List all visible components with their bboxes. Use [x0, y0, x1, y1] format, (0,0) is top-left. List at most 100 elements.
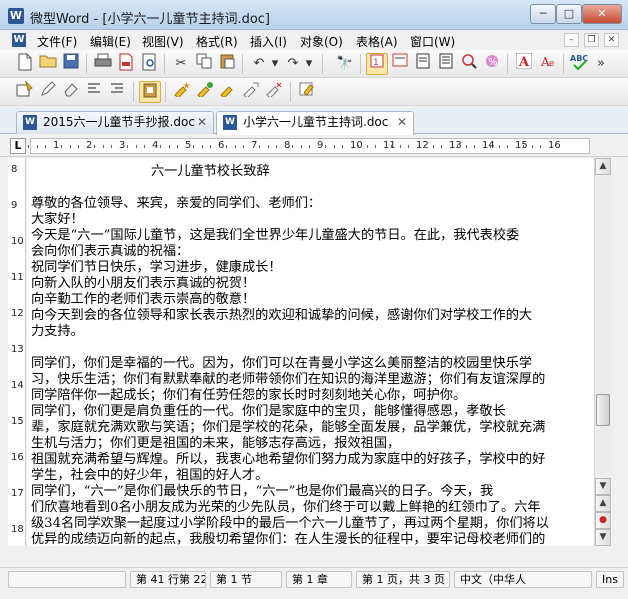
ruler-tick: [540, 145, 541, 148]
mdi-minimize-button[interactable]: –: [564, 33, 579, 47]
horizontal-ruler[interactable]: 1 2 3 4 5 6 7 8 9 10 11 12 13 14 15 16: [28, 138, 590, 154]
document-line: 优异的成绩迈向新的起点，我殷切希望你们：在人生漫长的征程中，要牢记母校老师们的: [31, 532, 546, 546]
highlight-star-icon[interactable]: ★: [171, 81, 193, 103]
find-icon[interactable]: 🔭: [334, 53, 356, 75]
ruler-number: 14: [482, 140, 495, 151]
comment-pen-icon[interactable]: [240, 81, 262, 103]
app-icon[interactable]: W: [8, 8, 24, 24]
save-icon[interactable]: [60, 53, 82, 75]
ruler-tick: [169, 145, 170, 148]
menu-edit[interactable]: 编辑(E): [90, 33, 131, 50]
ruler-tick: [523, 145, 524, 148]
align-left-icon[interactable]: [83, 81, 105, 103]
clipboard-icon[interactable]: [139, 81, 161, 103]
insert-link-icon[interactable]: %: [481, 53, 503, 75]
tab-document-1[interactable]: W 2015六一儿童节手抄报.doc ✕: [16, 111, 214, 134]
menu-object[interactable]: 对象(O): [300, 33, 343, 50]
options-icon[interactable]: [296, 81, 318, 103]
close-button[interactable]: ✕: [582, 4, 622, 24]
menu-insert[interactable]: 插入(I): [250, 33, 287, 50]
font-size-icon[interactable]: Ae: [538, 53, 560, 75]
ruler-tick: [375, 145, 376, 148]
edit-mark-icon[interactable]: [37, 81, 59, 103]
menu-view[interactable]: 视图(V): [142, 33, 184, 50]
vruler-number: 15: [11, 416, 24, 427]
status-chapter: 第 1 章: [286, 571, 352, 588]
delete-comment-icon[interactable]: [263, 81, 285, 103]
view-outline-icon[interactable]: [435, 53, 457, 75]
menu-table[interactable]: 表格(A): [356, 33, 398, 50]
previous-page-button[interactable]: ▲: [595, 495, 611, 512]
vruler-number: 18: [11, 524, 24, 535]
status-position: 第 41 行第 22: [130, 571, 206, 588]
open-folder-icon[interactable]: [37, 53, 59, 75]
scroll-down-button[interactable]: ▼: [595, 478, 611, 495]
document-line: 祖国就充满希望与辉煌。所以，我衷心地希望你们努力成为家庭中的好孩子，学校中的好: [31, 452, 546, 467]
document-line: 生机与活力；你们更是祖国的未来，能够志存高远，报效祖国，: [31, 436, 401, 451]
menu-bar: W 文件(F) 编辑(E) 视图(V) 格式(R) 插入(I) 对象(O) 表格…: [0, 30, 628, 50]
document-page[interactable]: 六一儿童节校长致辞 尊敬的各位领导、来宾，亲爱的同学们、老师们： 大家好！ 今天是…: [27, 158, 594, 546]
mdi-close-button[interactable]: ✕: [604, 33, 619, 47]
ruler-number: 12: [416, 140, 429, 151]
svg-text:★: ★: [183, 81, 190, 90]
next-page-button[interactable]: ▼: [595, 529, 611, 546]
select-browse-object-button[interactable]: ●: [595, 512, 611, 529]
paste-icon[interactable]: [216, 53, 238, 75]
scroll-up-button[interactable]: ▲: [595, 158, 611, 175]
copy-icon[interactable]: [193, 53, 215, 75]
export-pdf-icon[interactable]: [115, 53, 137, 75]
ruler-tick: [301, 145, 302, 148]
vertical-scrollbar[interactable]: ▲ ▼ ▲ ● ▼: [594, 158, 611, 546]
menu-format[interactable]: 格式(R): [196, 33, 238, 50]
redo-dropdown-icon[interactable]: ▾: [298, 53, 320, 75]
document-line: 学生，社会中的好少年，祖国的好人才。: [31, 468, 269, 483]
ruler-tick: [358, 145, 359, 148]
new-document-icon[interactable]: [14, 53, 36, 75]
zoom-icon[interactable]: [458, 53, 480, 75]
text-color-icon[interactable]: A: [513, 52, 535, 75]
view-web-icon[interactable]: [389, 53, 411, 75]
svg-text:e: e: [549, 59, 554, 69]
tab-document-2[interactable]: W 小学六一儿童节主持词.doc ✕: [216, 111, 414, 135]
align-right-icon[interactable]: [106, 81, 128, 103]
style-format-icon[interactable]: [14, 80, 36, 103]
ruler-tick: [202, 145, 203, 148]
print-preview-icon[interactable]: [138, 53, 160, 75]
highlight-pen-icon[interactable]: [217, 81, 239, 103]
document-line: 同学陪伴你一起成长；你们有任劳任怨的家长时时刻刻地关心你，呵护你。: [31, 388, 467, 403]
ruler-tick: [457, 145, 458, 148]
print-icon[interactable]: [92, 53, 114, 75]
menu-file[interactable]: 文件(F): [37, 33, 77, 50]
status-pages: 第 1 页，共 3 页: [356, 571, 450, 588]
document-icon[interactable]: W: [12, 33, 26, 47]
view-page-icon[interactable]: [412, 53, 434, 75]
ruler-tick: [292, 145, 293, 148]
cut-icon[interactable]: ✂: [170, 53, 192, 75]
vruler-number: 8: [11, 164, 18, 175]
mdi-restore-button[interactable]: ❐: [584, 33, 599, 47]
toolbar-more-icon[interactable]: »: [594, 53, 608, 75]
horizontal-ruler-row: L 1 2 3 4 5 6 7 8 9 10 11 12 13 14 15 16: [0, 135, 628, 157]
svg-text:A: A: [518, 55, 530, 69]
view-normal-icon[interactable]: 1: [366, 53, 388, 75]
extra-toolbar: ★: [0, 78, 628, 106]
ruler-tick: [94, 145, 95, 148]
tab-stop-selector[interactable]: L: [10, 138, 26, 154]
maximize-button[interactable]: □: [556, 4, 582, 24]
spell-check-icon[interactable]: ABC: [569, 53, 591, 75]
tab-close-icon[interactable]: ✕: [197, 112, 207, 133]
document-line: 向辛勤工作的老师们表示崇高的敬意！: [31, 292, 256, 307]
ruler-tick: [243, 145, 244, 148]
svg-text:%: %: [488, 57, 498, 68]
menu-window[interactable]: 窗口(W): [410, 33, 455, 50]
title-bar: W 微型Word - [小学六一儿童节主持词.doc] ─ □ ✕: [0, 0, 628, 30]
ruler-tick: [226, 145, 227, 148]
status-insert-mode[interactable]: Ins: [596, 571, 624, 588]
highlight-green-icon[interactable]: [194, 81, 216, 103]
scroll-thumb[interactable]: [596, 394, 610, 426]
vertical-ruler[interactable]: 8 9 10 11 12 13 14 15 16 17 18: [8, 158, 26, 546]
minimize-button[interactable]: ─: [530, 4, 556, 24]
ruler-tick: [45, 145, 46, 148]
eraser-icon[interactable]: [60, 81, 82, 103]
tab-close-icon[interactable]: ✕: [397, 112, 407, 133]
